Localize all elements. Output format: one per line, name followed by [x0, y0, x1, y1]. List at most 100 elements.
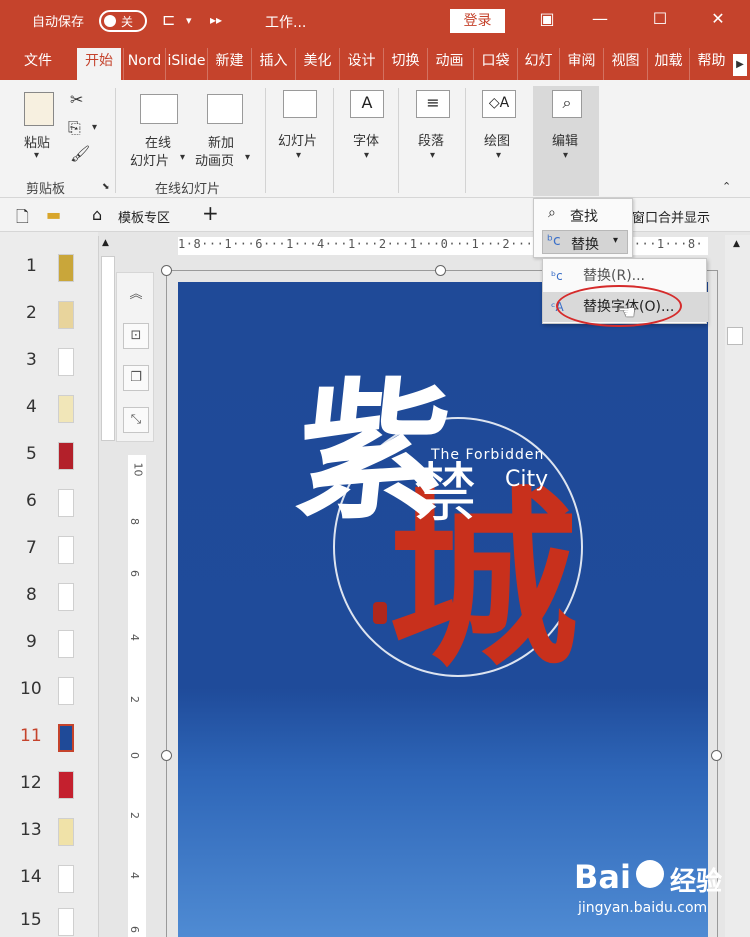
format-painter-brush-icon[interactable]: 🖌 — [70, 144, 90, 163]
resize-handle[interactable] — [711, 750, 722, 761]
font-dropdown-icon[interactable]: ▾ — [364, 150, 369, 161]
thumbnail-item[interactable]: 15 — [0, 904, 98, 937]
thumbnail-scrollbar[interactable]: ▲ — [98, 236, 116, 937]
autosave-toggle[interactable]: 关 — [99, 10, 147, 32]
thumbnail-item[interactable]: 6 — [0, 485, 98, 531]
thumbnail-item[interactable]: 5 — [0, 438, 98, 484]
thumbnail-item[interactable]: 1 — [0, 250, 98, 296]
dialog-launcher-icon[interactable]: ⬊ — [102, 182, 110, 192]
scroll-thumb[interactable] — [101, 256, 115, 441]
tab-islide[interactable]: iSlide — [165, 48, 207, 80]
tab-home[interactable]: 开始 — [77, 48, 121, 80]
thumbnail-item[interactable]: 14 — [0, 861, 98, 907]
paste-dropdown-icon[interactable]: ▾ — [34, 150, 39, 161]
resize-handle[interactable] — [435, 265, 446, 276]
paste-icon[interactable] — [24, 92, 54, 126]
collapse-up-icon[interactable]: ︽ — [123, 283, 149, 309]
new-anim-label-1[interactable]: 新加 — [208, 132, 234, 151]
edit-dropdown-icon[interactable]: ▾ — [563, 150, 568, 161]
thumbnail-item[interactable]: 2 — [0, 297, 98, 343]
maximize-icon[interactable]: ☐ — [645, 9, 675, 28]
thumbnail-item[interactable]: 9 — [0, 626, 98, 672]
resize-handle[interactable] — [161, 265, 172, 276]
tab-pocket[interactable]: 口袋 — [473, 48, 517, 80]
tab-slideshow[interactable]: 幻灯 — [517, 48, 559, 80]
scroll-up-icon[interactable]: ▲ — [102, 238, 109, 248]
login-button[interactable]: 登录 — [450, 9, 505, 33]
format-painter-icon[interactable]: ⊏ — [162, 10, 175, 29]
tab-animations[interactable]: 动画 — [427, 48, 471, 80]
tab-file[interactable]: 文件 — [14, 48, 62, 80]
thumbnail-item[interactable]: 8 — [0, 579, 98, 625]
dropdown-caret-icon[interactable]: ▾ — [186, 14, 192, 27]
cut-icon[interactable]: ✂ — [70, 90, 83, 109]
find-menu-item[interactable]: 查找 — [570, 206, 598, 226]
replace-dropdown-icon[interactable]: ▾ — [613, 235, 618, 246]
editor-scrollbar[interactable]: ▲ — [725, 235, 750, 937]
online-slide-label-1[interactable]: 在线 — [145, 132, 171, 151]
slides-label[interactable]: 幻灯片 — [278, 130, 317, 149]
paragraph-icon[interactable]: ≡ — [416, 90, 450, 118]
tab-insert[interactable]: 插入 — [251, 48, 295, 80]
new-file-icon[interactable]: 🗋 — [16, 206, 29, 233]
slides-dropdown-icon[interactable]: ▾ — [296, 150, 301, 161]
add-tab-button[interactable]: + — [202, 201, 219, 225]
thumbnail-item[interactable]: 13 — [0, 814, 98, 860]
tab-new[interactable]: 新建 — [207, 48, 251, 80]
thumbnail-item[interactable]: 7 — [0, 532, 98, 578]
thumbnail-item[interactable]: 3 — [0, 344, 98, 390]
tab-beautify[interactable]: 美化 — [295, 48, 339, 80]
tab-scroll-right-icon[interactable]: ▶ — [733, 54, 747, 76]
align-center-icon[interactable]: ⊡ — [123, 323, 149, 349]
search-icon[interactable]: ⌕ — [552, 90, 582, 118]
tab-addins[interactable]: 加载 — [647, 48, 689, 80]
paragraph-dropdown-icon[interactable]: ▾ — [430, 150, 435, 161]
tab-help[interactable]: 帮助 — [689, 48, 733, 80]
online-slide-label-2[interactable]: 幻灯片 — [130, 150, 169, 169]
scroll-up-icon[interactable]: ▲ — [733, 239, 740, 249]
online-slide-dropdown-icon[interactable]: ▾ — [180, 152, 185, 163]
scroll-thumb[interactable] — [727, 327, 743, 345]
drawing-label[interactable]: 绘图 — [484, 130, 510, 149]
paste-label[interactable]: 粘贴 — [24, 132, 50, 151]
edit-label[interactable]: 编辑 — [552, 130, 578, 149]
drawing-dropdown-icon[interactable]: ▾ — [496, 150, 501, 161]
replace-button[interactable]: ᵇc 替换 ▾ — [542, 230, 628, 254]
slide-canvas[interactable]: 城 紫 禁 The Forbidden City — [178, 282, 708, 937]
copy-icon[interactable]: ⎘ — [68, 118, 81, 138]
tab-review[interactable]: 审阅 — [559, 48, 603, 80]
layers-icon[interactable]: ❐ — [123, 365, 149, 391]
tab-design[interactable]: 设计 — [339, 48, 383, 80]
minimize-icon[interactable]: — — [585, 9, 615, 28]
subtitle-city[interactable]: City — [505, 467, 548, 492]
online-slide-icon[interactable] — [140, 94, 178, 124]
slides-icon[interactable] — [283, 90, 317, 118]
new-anim-dropdown-icon[interactable]: ▾ — [245, 152, 250, 163]
new-anim-label-2[interactable]: 动画页 — [195, 150, 234, 169]
template-zone-label[interactable]: 模板专区 — [118, 207, 170, 226]
title-char-jin[interactable]: 禁 — [413, 462, 477, 526]
thumbnail-item-selected[interactable]: 11 — [0, 720, 98, 766]
new-animation-page-icon[interactable] — [207, 94, 243, 124]
font-label[interactable]: 字体 — [353, 130, 379, 149]
search-icon[interactable]: ⌕ — [548, 205, 556, 221]
thumbnail-item[interactable]: 10 — [0, 673, 98, 719]
more-icon[interactable]: ▸▸ — [210, 13, 222, 27]
copy-dropdown-icon[interactable]: ▾ — [92, 122, 97, 133]
tab-view[interactable]: 视图 — [603, 48, 647, 80]
close-icon[interactable]: ✕ — [703, 9, 733, 28]
resize-handle[interactable] — [161, 750, 172, 761]
home-icon[interactable]: ⌂ — [92, 205, 102, 224]
thumbnail-item[interactable]: 4 — [0, 391, 98, 437]
open-folder-icon[interactable]: ▬ — [46, 205, 61, 224]
tab-transitions[interactable]: 切换 — [383, 48, 427, 80]
resize-icon[interactable]: ⤡ — [123, 407, 149, 433]
collapse-ribbon-icon[interactable]: ⌃ — [722, 180, 731, 193]
drawing-icon[interactable]: ◇A — [482, 90, 516, 118]
ribbon-display-icon[interactable]: ▣ — [532, 9, 562, 28]
window-merge-label[interactable]: 窗口合并显示 — [632, 207, 710, 226]
thumbnail-item[interactable]: 12 — [0, 767, 98, 813]
paragraph-label[interactable]: 段落 — [418, 130, 444, 149]
subtitle-forbidden[interactable]: The Forbidden — [431, 447, 544, 463]
font-icon[interactable]: A — [350, 90, 384, 118]
